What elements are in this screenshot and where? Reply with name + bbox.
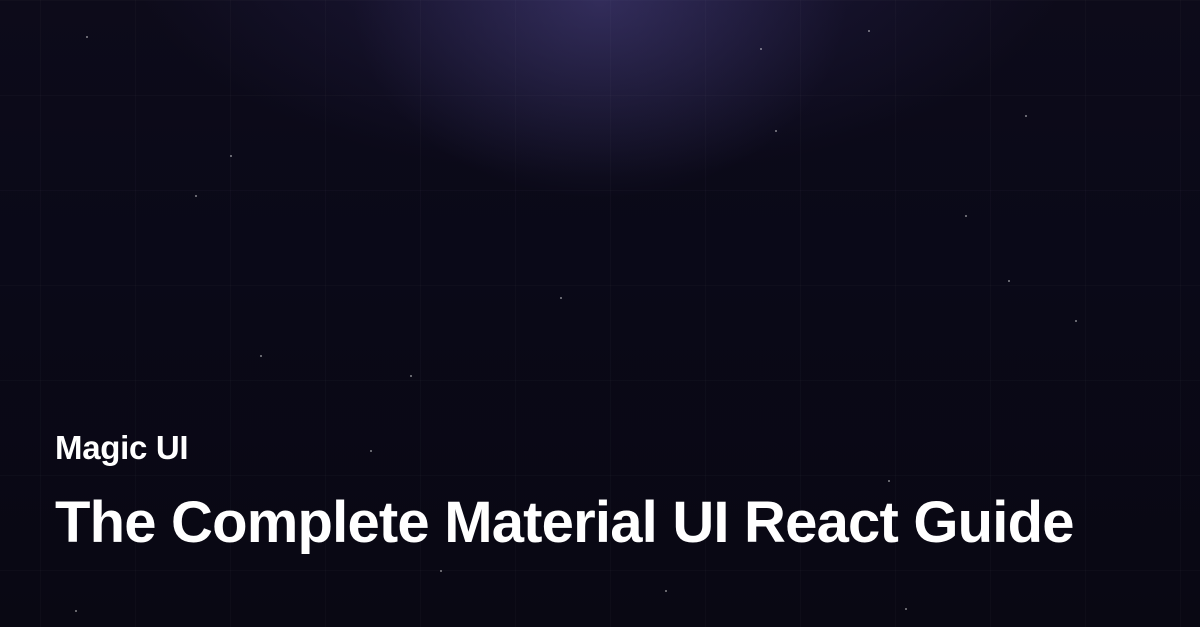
background-glow xyxy=(350,0,850,200)
page-title: The Complete Material UI React Guide xyxy=(55,489,1145,557)
brand-label: Magic UI xyxy=(55,429,1145,467)
hero-content: Magic UI The Complete Material UI React … xyxy=(55,429,1145,557)
